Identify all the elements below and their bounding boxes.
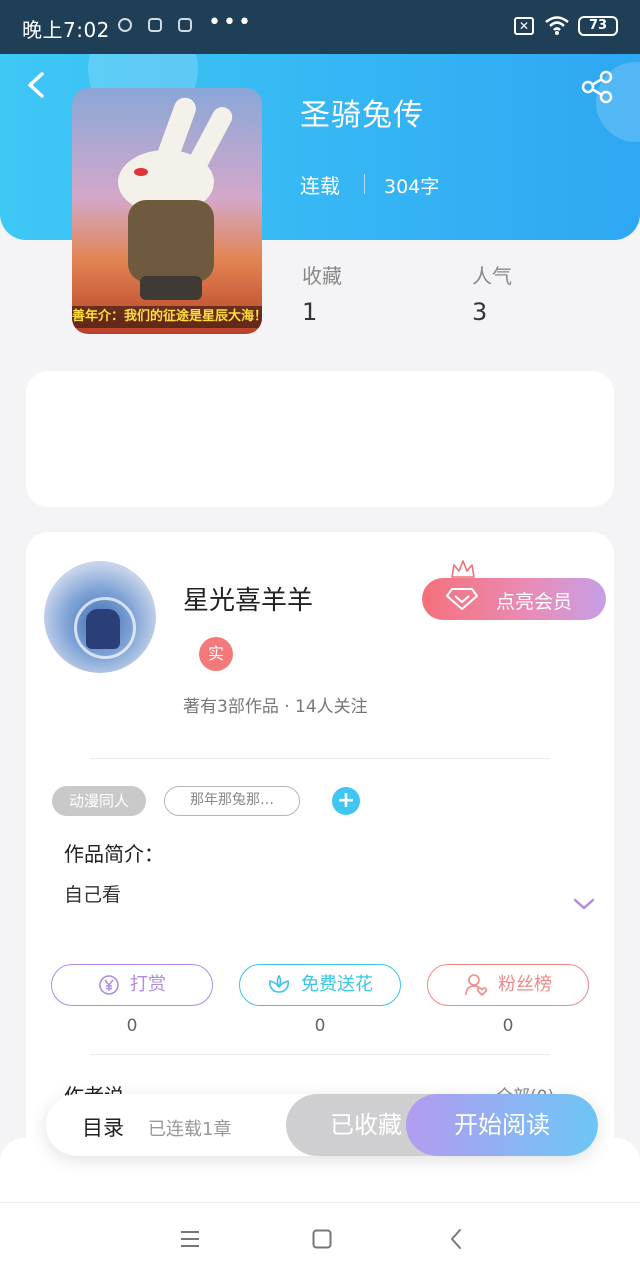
diamond-icon	[446, 588, 478, 610]
book-status: 连载	[300, 174, 340, 198]
notification-icon	[118, 18, 132, 32]
fan-ranking-label: 粉丝榜	[498, 974, 552, 995]
tip-button[interactable]: 打赏	[51, 964, 213, 1006]
crown-icon	[451, 560, 475, 578]
tip-count: 0	[126, 1016, 138, 1036]
cover-art	[140, 276, 202, 300]
cover-art	[128, 200, 214, 282]
fan-count: 0	[502, 1016, 514, 1036]
share-icon[interactable]	[580, 70, 614, 104]
back-icon[interactable]	[22, 70, 52, 100]
info-card	[26, 371, 614, 507]
category-tag[interactable]: 动漫同人	[52, 786, 146, 816]
menu-icon[interactable]	[180, 1227, 200, 1251]
cover-banner: 善年介：我们的征途是星辰大海！	[72, 306, 262, 328]
stat-favorites-value: 1	[302, 298, 318, 326]
notification-icon	[148, 18, 162, 32]
flower-icon	[269, 974, 289, 993]
add-tag-button[interactable]: +	[332, 787, 360, 815]
system-nav-bar	[0, 1202, 640, 1279]
battery-icon: 73	[578, 16, 618, 36]
fan-ranking-button[interactable]: 粉丝榜	[427, 964, 589, 1006]
vip-button[interactable]: 点亮会员	[422, 578, 606, 620]
book-cover[interactable]: 善年介：我们的征途是星辰大海！	[72, 88, 262, 334]
author-meta: 著有3部作品 · 14人关注	[183, 697, 368, 717]
more-notifications-icon: •••	[208, 10, 253, 35]
chevron-down-icon[interactable]	[572, 896, 596, 912]
toc-button[interactable]: 目录	[82, 1112, 124, 1142]
notification-icon	[178, 18, 192, 32]
home-icon[interactable]	[312, 1227, 332, 1251]
status-time: 晚上7:02	[22, 18, 110, 42]
status-bar: 晚上7:02 ••• ✕ 73	[0, 0, 640, 54]
author-avatar[interactable]	[44, 561, 156, 673]
stat-popularity-label: 人气	[472, 264, 512, 288]
intro-text: 自己看	[64, 884, 122, 906]
divider	[90, 1054, 550, 1055]
divider	[364, 174, 365, 194]
intro-label: 作品简介：	[64, 842, 164, 866]
verified-badge: 实	[199, 637, 233, 671]
custom-tag[interactable]: 那年那兔那…	[164, 786, 300, 816]
book-title: 圣骑兔传	[300, 98, 424, 133]
toc-meta: 已连载1章	[148, 1119, 232, 1140]
send-flower-label: 免费送花	[301, 974, 373, 995]
back-nav-icon[interactable]	[448, 1227, 464, 1251]
send-flower-button[interactable]: 免费送花	[239, 964, 401, 1006]
tip-label: 打赏	[130, 974, 166, 995]
avatar-art	[86, 609, 120, 649]
yen-icon	[99, 975, 119, 995]
start-reading-button[interactable]: 开始阅读	[406, 1094, 598, 1156]
sim-icon: ✕	[514, 17, 534, 35]
vip-button-label: 点亮会员	[496, 591, 573, 613]
cover-art	[134, 168, 148, 176]
wifi-icon	[545, 16, 569, 35]
divider	[90, 758, 550, 759]
word-count: 304字	[384, 176, 440, 198]
author-name[interactable]: 星光喜羊羊	[183, 580, 313, 617]
flower-count: 0	[314, 1016, 326, 1036]
stat-popularity-value: 3	[472, 298, 488, 326]
stat-favorites-label: 收藏	[302, 264, 342, 288]
fan-icon	[465, 974, 488, 997]
bottom-action-bar: 目录 已连载1章 已收藏 开始阅读	[46, 1094, 598, 1156]
